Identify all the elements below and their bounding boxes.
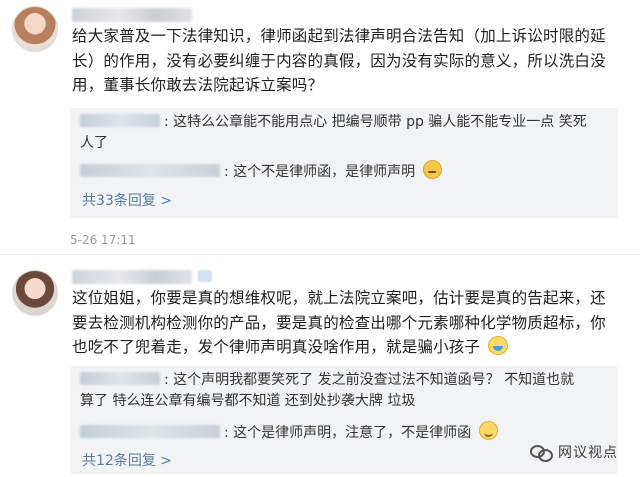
- reply-username-blurred[interactable]: [80, 164, 220, 177]
- username-blurred[interactable]: [72, 270, 192, 284]
- reply-username-blurred[interactable]: [80, 425, 220, 438]
- comment-body: 这位姐姐，你要是真的想维权呢，就上法院立案吧，估计要是真的告起来，还 要去检测机…: [72, 286, 632, 360]
- comment-body-text: 也吃不了兜着走，发个律师声明真没啥作用，就是骗小孩子: [72, 338, 481, 356]
- comment-body-line: 这位姐姐，你要是真的想维权呢，就上法院立案吧，估计要是真的告起来，还: [72, 289, 606, 307]
- reply-username-blurred[interactable]: [80, 114, 160, 127]
- reply-text: 人了: [80, 135, 108, 151]
- reply-text: 这特么公章能不能用点心 把编号顺带 pp 骗人能不能专业一点 笑死: [173, 114, 587, 130]
- comment-body-line: 给大家普及一下法律知识，律师函起到法律声明合法告知（加上诉讼时限的延: [72, 27, 606, 45]
- reply-username-blurred[interactable]: [80, 372, 160, 385]
- reply-item[interactable]: : 这特么公章能不能用点心 把编号顺带 pp 骗人能不能专业一点 笑死 人了: [80, 112, 608, 154]
- reply-text: 这个不是律师函，是律师声明: [233, 164, 416, 180]
- laugh-emoji-icon: [488, 336, 509, 355]
- username-blurred[interactable]: [72, 8, 192, 22]
- reply-text: 这个是律师声明，注意了，不是律师函: [233, 425, 472, 441]
- reply-item[interactable]: : 这个是律师声明，注意了，不是律师函: [80, 421, 608, 444]
- watermark: 网议视点: [530, 441, 618, 463]
- more-replies-link[interactable]: 共12条回复 >: [82, 450, 172, 470]
- more-replies-link[interactable]: 共33条回复 >: [82, 190, 172, 210]
- avatar[interactable]: [12, 270, 58, 316]
- reply-text: 算了 特么连公章有编号都不知道 还到处抄袭大牌 垃圾: [80, 393, 416, 409]
- reply-box: : 这特么公章能不能用点心 把编号顺带 pp 骗人能不能专业一点 笑死 人了 :…: [70, 108, 618, 218]
- wechat-logo-icon: [530, 443, 553, 462]
- comment-body-line: 用，董事长你敢去法院起诉立案吗？: [72, 76, 324, 94]
- divider: [0, 254, 640, 255]
- smirk-emoji-icon: [422, 160, 442, 179]
- timestamp: 5-26 17:11: [70, 233, 136, 247]
- watermark-text: 网议视点: [558, 445, 618, 461]
- reply-item[interactable]: : 这个不是律师函，是律师声明: [80, 160, 608, 183]
- reply-item[interactable]: : 这个声明我都要笑死了 发之前没查过法不知道函号？ 不知道也就 算了 特么连公…: [80, 370, 608, 412]
- smile-emoji-icon: [478, 421, 498, 440]
- comment-1: 给大家普及一下法律知识，律师函起到法律声明合法告知（加上诉讼时限的延 长）的作用…: [0, 0, 640, 250]
- vip-badge-icon: [198, 270, 212, 282]
- comment-body-line: 也吃不了兜着走，发个律师声明真没啥作用，就是骗小孩子: [72, 335, 632, 360]
- comment-body: 给大家普及一下法律知识，律师函起到法律声明合法告知（加上诉讼时限的延 长）的作用…: [72, 24, 632, 98]
- comment-body-line: 长）的作用，没有必要纠缠于内容的真假，因为没有实际的意义，所以洗白没: [72, 51, 606, 70]
- reply-text: 这个声明我都要笑死了 发之前没查过法不知道函号？ 不知道也就: [173, 372, 575, 388]
- avatar[interactable]: [12, 6, 58, 52]
- comment-body-line: 要去检测机构检测你的产品，要是真的检查出哪个元素哪种化学物质超标，你: [72, 313, 606, 332]
